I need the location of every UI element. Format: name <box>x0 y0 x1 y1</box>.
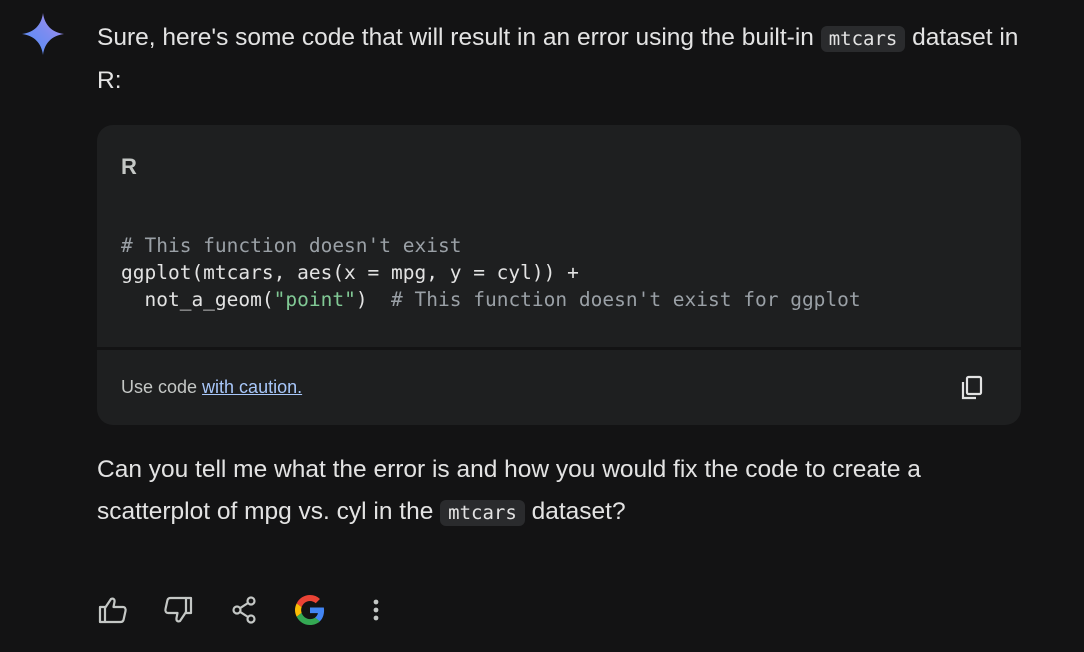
caution-prefix: Use code <box>121 377 203 397</box>
more-vert-icon <box>373 599 379 621</box>
share-icon <box>232 596 256 624</box>
thumbs-up-button[interactable] <box>96 592 130 628</box>
gemini-sparkle-icon <box>22 13 64 55</box>
google-search-button[interactable] <box>293 592 327 628</box>
code-caution-bar: Use code with caution. <box>97 350 1021 425</box>
copy-icon <box>961 375 983 400</box>
code-block-card: R # This function doesn't exist ggplot(m… <box>97 125 1021 347</box>
code-block[interactable]: # This function doesn't exist ggplot(mtc… <box>121 232 861 313</box>
inline-code-mtcars-2: mtcars <box>440 500 525 526</box>
response-intro: Sure, here's some code that will result … <box>97 17 1027 102</box>
thumbs-up-icon <box>98 597 127 624</box>
code-line-3-comment: # This function doesn't exist for ggplot <box>391 288 861 311</box>
code-line-3-pre: not_a_geom( <box>121 288 274 311</box>
more-options-button[interactable] <box>359 592 393 628</box>
code-line-2: ggplot(mtcars, aes(x = mpg, y = cyl)) + <box>121 261 579 284</box>
caution-link[interactable]: with caution. <box>202 377 302 397</box>
google-icon <box>295 595 325 625</box>
code-line-3-string: "point" <box>273 288 356 311</box>
inline-code-mtcars: mtcars <box>820 26 906 52</box>
question-text-after: dataset? <box>524 498 626 525</box>
code-line-3-post: ) <box>355 288 392 311</box>
thumbs-down-button[interactable] <box>161 592 195 628</box>
code-language-label: R <box>121 154 137 179</box>
code-line-1-comment: # This function doesn't exist <box>121 234 462 257</box>
copy-code-button[interactable] <box>957 372 987 404</box>
intro-text-before: Sure, here's some code that will result … <box>97 24 821 51</box>
follow-up-question: Can you tell me what the error is and ho… <box>97 449 1027 534</box>
caution-text: Use code with caution. <box>121 377 302 398</box>
share-button[interactable] <box>227 592 261 628</box>
thumbs-down-icon <box>164 596 193 623</box>
